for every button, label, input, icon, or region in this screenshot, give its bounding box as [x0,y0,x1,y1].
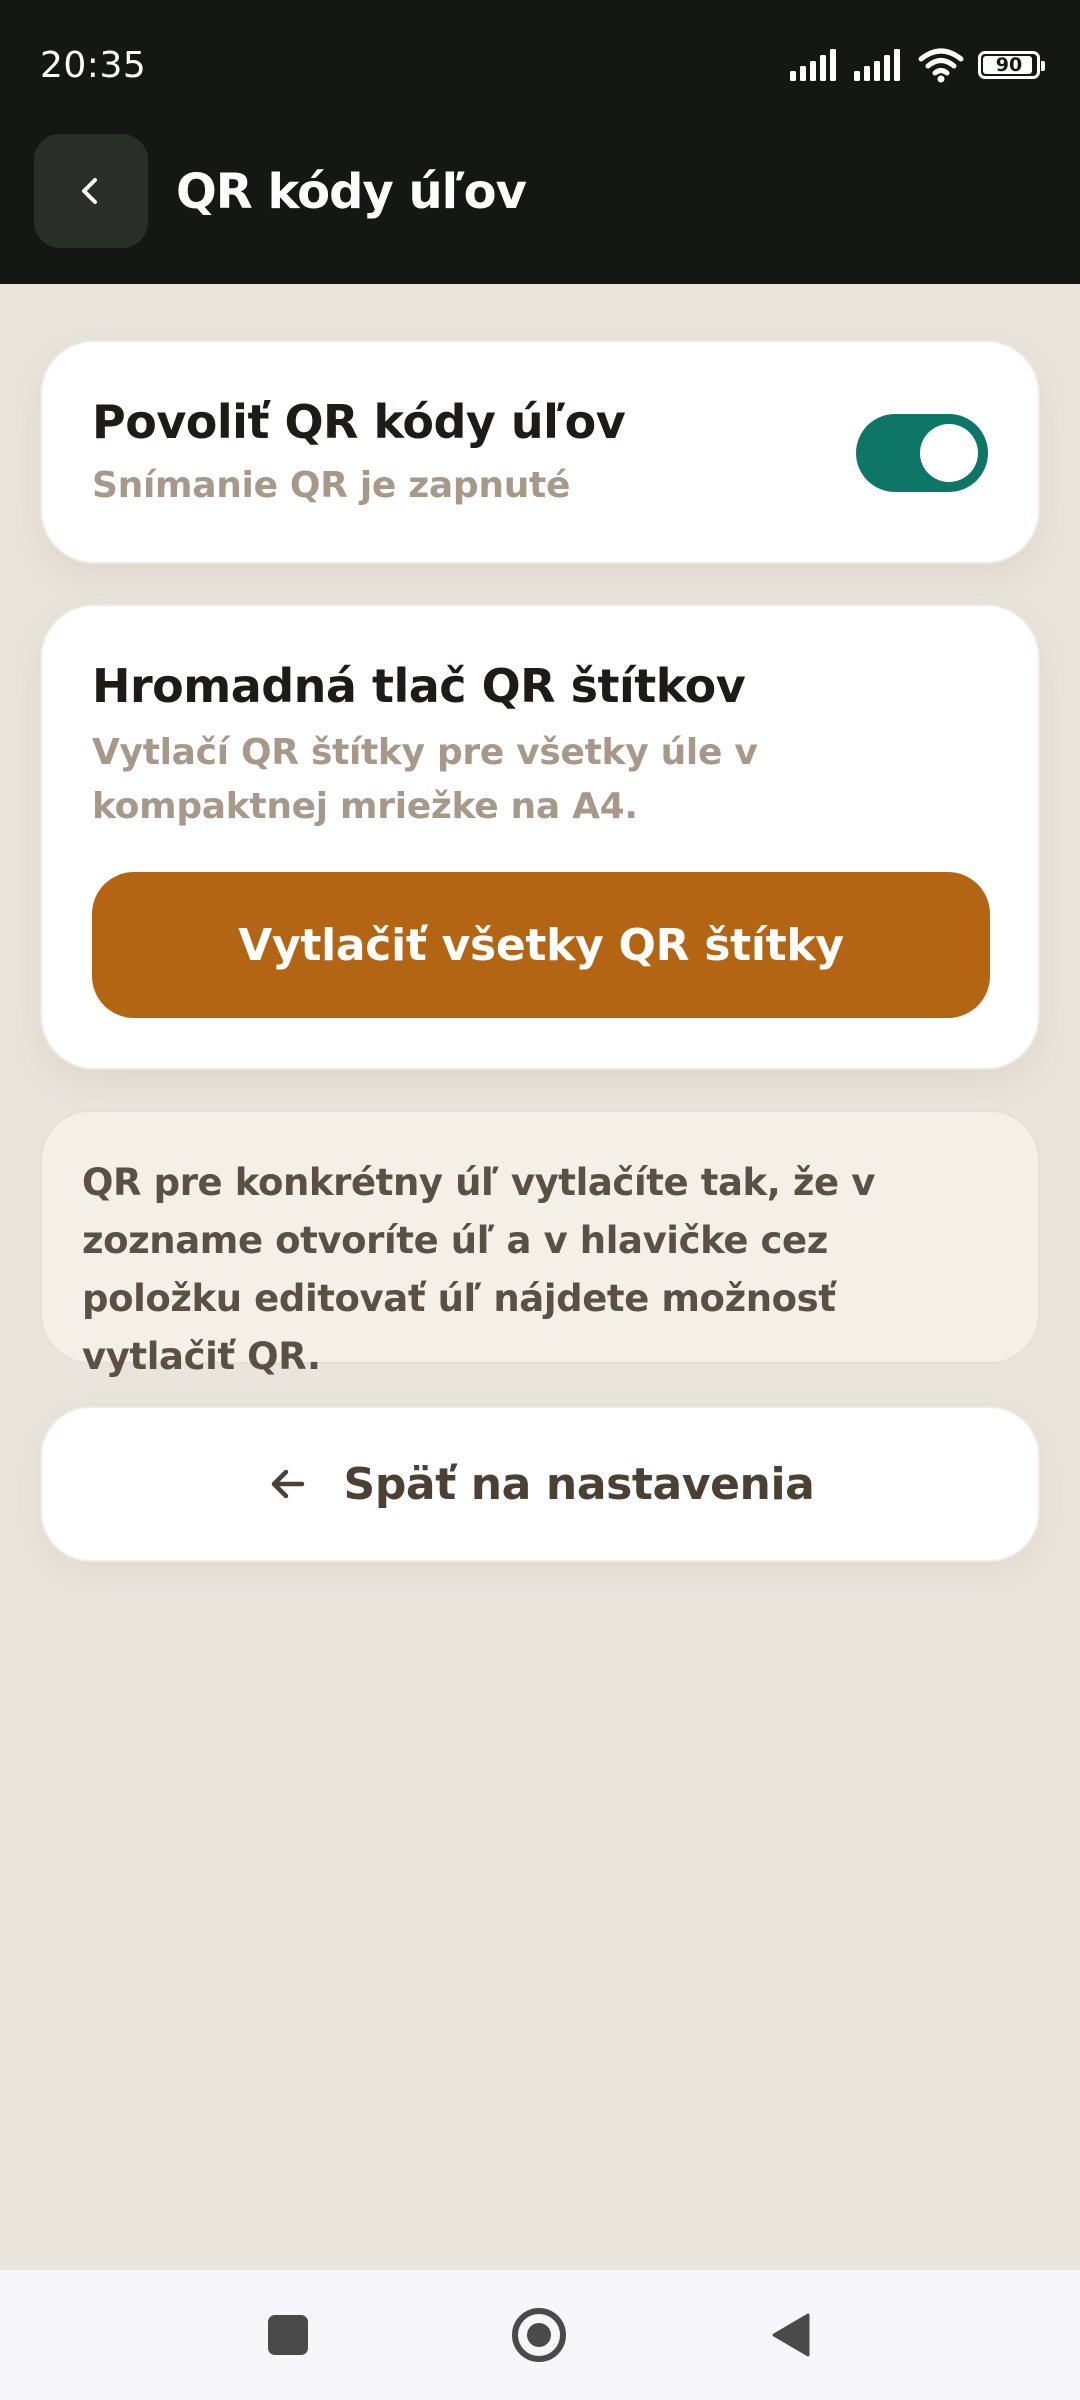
back-button[interactable] [34,134,148,248]
system-nav-bar [0,2270,1080,2400]
arrow-left-icon [271,1469,304,1499]
status-bar: 20:35 90 [0,0,1080,130]
battery-icon: 90 [978,51,1045,79]
info-text: QR pre konkrétny úľ vytlačíte tak, že v … [82,1161,875,1378]
status-icons: 90 [790,44,1045,86]
qr-enable-toggle[interactable] [856,414,988,492]
qr-enable-title: Povoliť QR kódy úľov [92,395,626,449]
signal-icon [790,49,836,81]
back-to-settings-button[interactable]: Späť na nastavenia [40,1406,1040,1562]
back-to-settings-label: Späť na nastavenia [343,1458,815,1510]
wifi-icon [918,48,964,83]
bulk-print-description: Vytlačí QR štítky pre všetky úle v kompa… [92,732,758,827]
print-all-qr-button[interactable]: Vytlačiť všetky QR štítky [92,872,990,1018]
bulk-print-title: Hromadná tlač QR štítkov [92,659,746,713]
info-box: QR pre konkrétny úľ vytlačíte tak, že v … [40,1110,1040,1378]
home-button[interactable] [512,2308,566,2362]
signal-icon [854,49,900,81]
toggle-knob [920,424,978,482]
recents-button[interactable] [268,2315,308,2355]
page-title: QR kódy úľov [176,164,527,220]
app-bar: QR kódy úľov [0,130,1080,284]
bulk-print-card: Hromadná tlač QR štítkov Vytlačí QR štít… [40,604,1040,1070]
qr-enable-card: Povoliť QR kódy úľov Snímanie QR je zapn… [40,340,1040,564]
chevron-left-icon [82,178,97,204]
battery-level: 90 [995,54,1023,76]
status-time: 20:35 [40,45,147,86]
back-triangle-icon[interactable] [770,2311,812,2359]
qr-enable-subtitle: Snímanie QR je zapnuté [92,465,571,506]
